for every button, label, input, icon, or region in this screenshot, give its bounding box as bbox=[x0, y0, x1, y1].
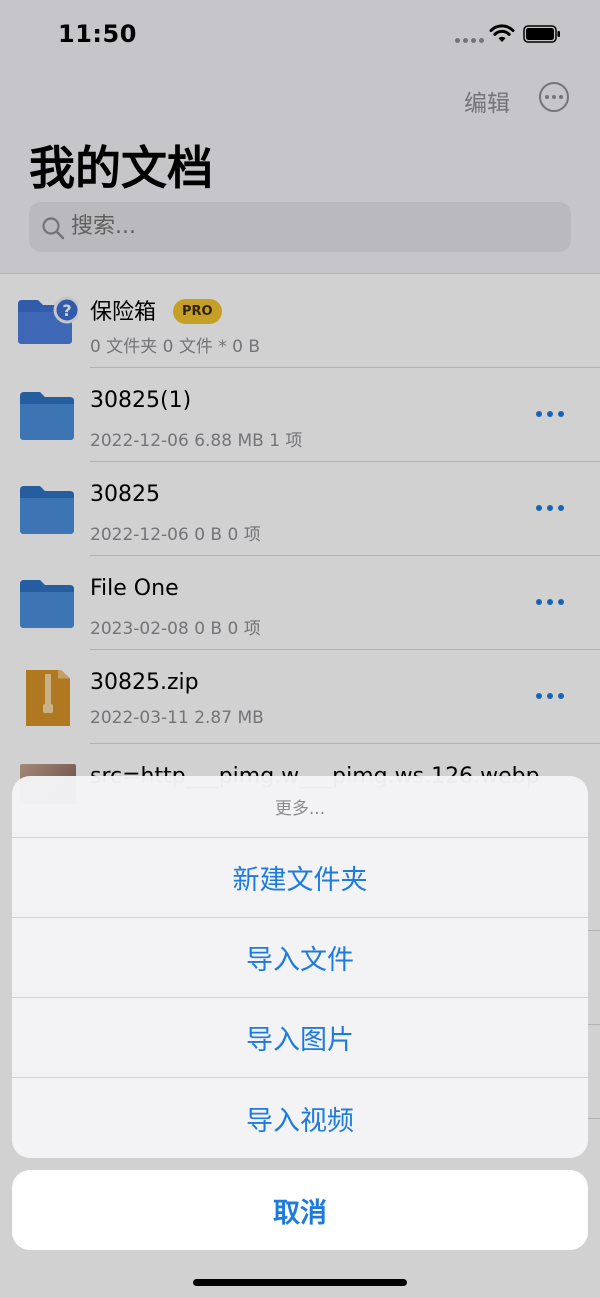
import-image-button[interactable]: 导入图片 bbox=[12, 998, 588, 1078]
home-indicator[interactable] bbox=[193, 1279, 407, 1286]
import-video-button[interactable]: 导入视频 bbox=[12, 1078, 588, 1158]
screen: 11:50 编辑 我的文档 ? 保险箱 PRO 0 文件夹 bbox=[0, 0, 600, 1298]
new-folder-button[interactable]: 新建文件夹 bbox=[12, 838, 588, 918]
import-file-button[interactable]: 导入文件 bbox=[12, 918, 588, 998]
action-sheet: 更多... 新建文件夹 导入文件 导入图片 导入视频 bbox=[12, 776, 588, 1158]
action-sheet-title: 更多... bbox=[12, 776, 588, 838]
cancel-button[interactable]: 取消 bbox=[12, 1170, 588, 1250]
